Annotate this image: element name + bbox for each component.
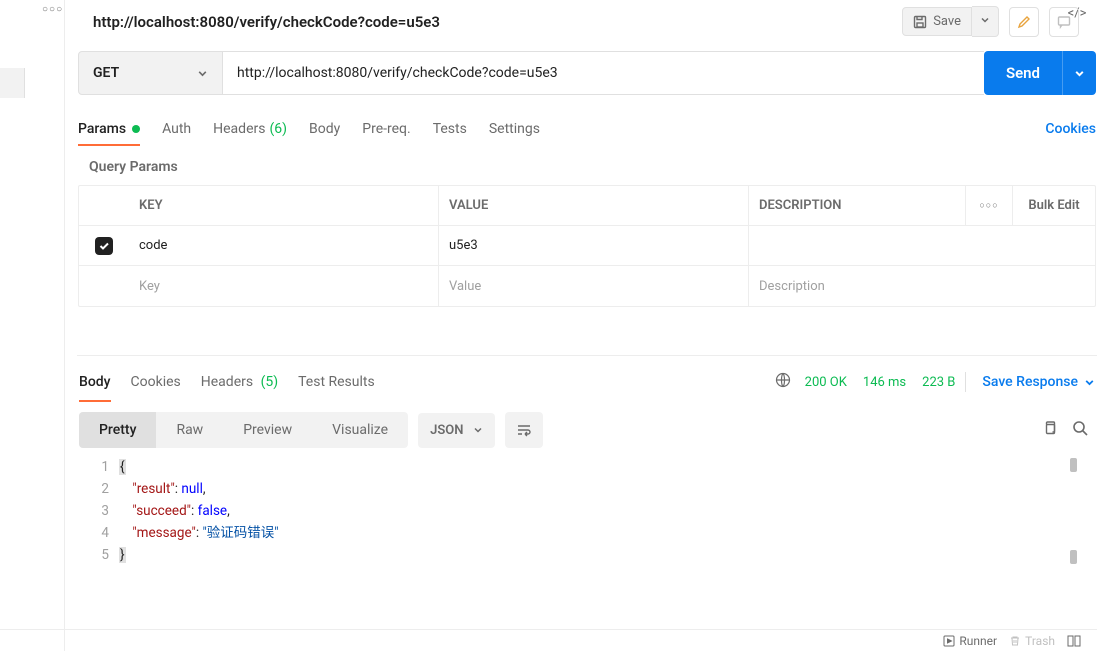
param-key-placeholder[interactable]: Key [129,266,439,306]
col-value: VALUE [439,186,749,225]
param-value[interactable]: u5e3 [439,226,749,265]
chevron-down-icon [1074,68,1085,79]
wrap-icon [516,423,532,437]
resp-tab-tests[interactable]: Test Results [298,366,375,398]
tab-tests[interactable]: Tests [433,113,467,145]
view-preview[interactable]: Preview [223,412,312,448]
chevron-down-icon [980,15,990,25]
main-panel: http://localhost:8080/verify/checkCode?c… [77,0,1097,629]
tab-headers[interactable]: Headers(6) [213,113,287,145]
request-title: http://localhost:8080/verify/checkCode?c… [91,13,902,31]
tab-params[interactable]: Params [78,113,140,145]
resp-tab-headers[interactable]: Headers (5) [201,366,278,398]
request-tabs: Params Auth Headers(6) Body Pre-req. Tes… [77,113,1097,145]
col-desc: DESCRIPTION [749,186,965,225]
bulk-edit[interactable]: Bulk Edit [1013,198,1095,213]
scrollbar-thumb[interactable] [1070,458,1077,472]
code-content: { "result": null, "succeed": false, "mes… [119,456,1095,566]
tab-prereq[interactable]: Pre-req. [362,113,410,145]
status-code: 200 OK [805,375,847,390]
status-time: 146 ms [863,375,906,390]
response-tabs: Body Cookies Headers (5) Test Results 20… [77,366,1097,398]
cookies-link[interactable]: Cookies [1045,121,1096,137]
save-response[interactable]: Save Response [982,374,1095,390]
param-desc-placeholder[interactable]: Description [749,266,965,306]
send-button[interactable]: Send [984,51,1062,95]
edit-button[interactable] [1009,7,1039,37]
panes-icon [1067,635,1081,647]
collapsed-tab[interactable] [0,68,25,98]
tab-settings[interactable]: Settings [489,113,540,145]
query-params-title: Query Params [89,159,1097,175]
wrap-lines-button[interactable] [505,412,543,448]
status-bar: Runner Trash [0,629,1097,651]
save-icon [913,15,927,29]
chevron-down-icon [197,68,208,79]
col-options[interactable]: ○○○ [965,186,1013,225]
search-icon[interactable] [1072,420,1089,441]
left-rail: ○○○ [0,0,65,651]
status-size: 223 B [922,375,955,390]
table-row-new[interactable]: Key Value Description [79,266,1095,306]
url-bar: GET Send [78,51,1096,95]
globe-icon[interactable] [775,372,791,392]
col-key: KEY [129,186,439,225]
response-pane: Body Cookies Headers (5) Test Results 20… [77,355,1097,566]
topbar: http://localhost:8080/verify/checkCode?c… [77,0,1097,51]
view-mode-group: Pretty Raw Preview Visualize [79,412,408,448]
line-gutter: 12345 [79,456,119,566]
save-button[interactable]: Save [902,7,972,36]
row-checkbox[interactable] [95,237,113,255]
save-dropdown[interactable] [972,6,999,37]
comment-button[interactable] [1049,7,1079,37]
param-key[interactable]: code [129,226,439,265]
view-controls: Pretty Raw Preview Visualize JSON [79,412,1095,448]
more-dots-icon[interactable]: ○○○ [42,4,63,15]
chevron-down-icon [1084,377,1095,388]
format-select[interactable]: JSON [418,413,495,448]
url-input[interactable] [223,51,984,95]
comment-icon [1057,15,1071,29]
view-raw[interactable]: Raw [156,412,223,448]
view-visualize[interactable]: Visualize [312,412,408,448]
copy-icon[interactable] [1042,420,1058,440]
runner-button[interactable]: Runner [943,634,997,648]
resp-tab-body[interactable]: Body [79,366,111,398]
resp-tab-cookies[interactable]: Cookies [131,366,181,398]
check-icon [98,240,110,252]
tab-auth[interactable]: Auth [162,113,191,145]
view-pretty[interactable]: Pretty [79,412,156,448]
pencil-icon [1017,15,1031,29]
table-row: code u5e3 [79,226,1095,266]
play-icon [943,635,955,647]
tab-body[interactable]: Body [309,113,340,145]
params-indicator [132,125,140,133]
params-header-row: KEY VALUE DESCRIPTION ○○○ Bulk Edit [79,186,1095,226]
trash-icon [1009,635,1021,647]
param-value-placeholder[interactable]: Value [439,266,749,306]
trash-button[interactable]: Trash [1009,634,1055,648]
panes-button[interactable] [1067,635,1085,647]
param-desc[interactable] [749,226,965,265]
chevron-down-icon [473,425,483,435]
scrollbar-thumb[interactable] [1070,550,1077,564]
method-select[interactable]: GET [78,51,223,95]
params-table: KEY VALUE DESCRIPTION ○○○ Bulk Edit code… [78,185,1096,307]
response-body[interactable]: 12345 { "result": null, "succeed": false… [79,456,1095,566]
send-dropdown[interactable] [1062,51,1096,95]
